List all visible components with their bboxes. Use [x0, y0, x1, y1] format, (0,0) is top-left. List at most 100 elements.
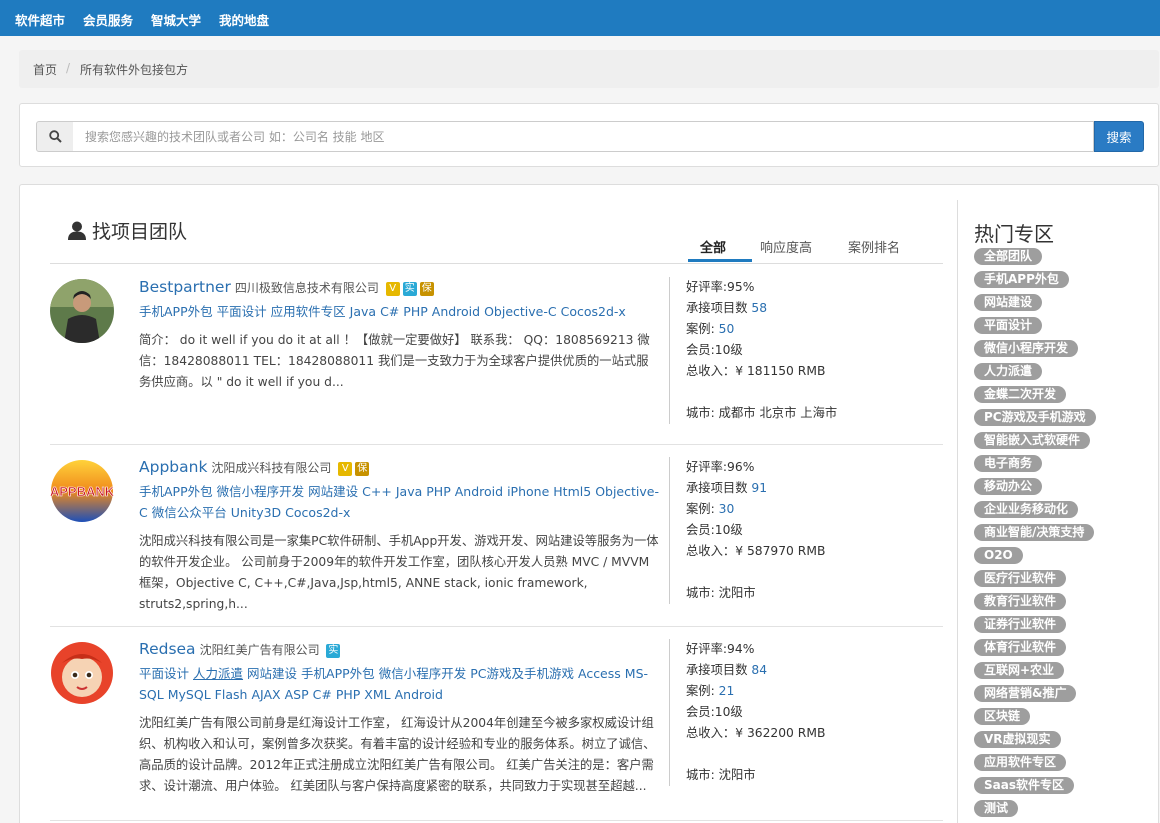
- zone-tag[interactable]: 体育行业软件: [974, 639, 1067, 656]
- skill-tag[interactable]: Android: [395, 687, 443, 702]
- income-label: 总收入：¥: [686, 726, 744, 740]
- zone-tag[interactable]: PC游戏及手机游戏: [974, 409, 1096, 426]
- skill-tag[interactable]: 微信小程序开发: [379, 666, 467, 681]
- skill-tag[interactable]: 手机APP外包: [301, 666, 375, 681]
- skill-tag[interactable]: PHP: [336, 687, 360, 702]
- skill-tag[interactable]: 微信小程序开发: [217, 484, 305, 499]
- zone-tag[interactable]: 智能嵌入式软硬件: [974, 432, 1091, 449]
- zone-tag[interactable]: 互联网+农业: [974, 662, 1065, 679]
- page-title-text: 找项目团队: [92, 221, 188, 243]
- zone-tag[interactable]: 企业业务移动化: [974, 501, 1079, 518]
- breadcrumb-home-link[interactable]: 首页: [33, 61, 57, 78]
- search-button[interactable]: 搜索: [1094, 121, 1144, 152]
- member-level: 10级: [714, 705, 743, 719]
- skill-tag[interactable]: 平面设计: [217, 304, 267, 319]
- team-name-link[interactable]: Appbank: [139, 458, 207, 476]
- skill-tag[interactable]: 手机APP外包: [139, 304, 213, 319]
- skill-tag[interactable]: 微信公众平台: [152, 505, 227, 520]
- skill-tag[interactable]: AJAX: [251, 687, 280, 702]
- team-avatar[interactable]: APPBANK: [50, 459, 114, 523]
- skill-tag[interactable]: iPhone: [507, 484, 549, 499]
- zone-tag[interactable]: 全部团队: [974, 248, 1043, 265]
- skill-tag[interactable]: 人力派遣: [193, 666, 243, 681]
- team-title: Appbank 沈阳成兴科技有限公司 V保: [139, 457, 659, 478]
- projects-count-link[interactable]: 91: [751, 481, 767, 495]
- skill-tag[interactable]: C++: [362, 484, 392, 499]
- skill-tag[interactable]: Access: [578, 666, 621, 681]
- team-description: 简介： do it well if you do it at all ！【做就一…: [139, 333, 650, 389]
- skill-tag[interactable]: 网站建设: [247, 666, 297, 681]
- rating-label: 好评率:: [686, 280, 728, 294]
- cases-count-link[interactable]: 50: [719, 322, 735, 336]
- skill-tag[interactable]: Cocos2d-x: [561, 304, 626, 319]
- member-level: 10级: [714, 523, 743, 537]
- team-name-link[interactable]: Bestpartner: [139, 278, 231, 296]
- skill-tag[interactable]: Java: [396, 484, 422, 499]
- zone-tag[interactable]: 网站建设: [974, 294, 1043, 311]
- zone-tag[interactable]: 微信小程序开发: [974, 340, 1079, 357]
- skill-tag[interactable]: Unity3D: [231, 505, 281, 520]
- skill-tag[interactable]: C#: [380, 304, 399, 319]
- team-skill-tags: 手机APP外包 平面设计 应用软件专区 Java C# PHP Android Objecti…: [139, 301, 659, 322]
- cases-count-link[interactable]: 21: [719, 684, 735, 698]
- skill-tag[interactable]: PHP: [426, 484, 450, 499]
- nav-my-site[interactable]: 我的地盘: [219, 10, 269, 29]
- team-company: 沈阳成兴科技有限公司: [211, 461, 332, 475]
- skill-tag[interactable]: 平面设计: [139, 666, 189, 681]
- search-input[interactable]: [73, 121, 1094, 152]
- zone-tag[interactable]: 应用软件专区: [974, 754, 1067, 771]
- active-tab-indicator: [688, 259, 752, 262]
- zone-tag[interactable]: 移动办公: [974, 478, 1043, 495]
- zone-tag[interactable]: O2O: [974, 547, 1023, 564]
- team-avatar[interactable]: [50, 279, 114, 343]
- zone-tag[interactable]: 网络营销&推广: [974, 685, 1077, 702]
- team-description: 沈阳红美广告有限公司前身是红海设计工作室， 红海设计从2004年创建至今被多家权…: [139, 716, 656, 793]
- skill-tag[interactable]: ASP: [285, 687, 309, 702]
- cases-count-link[interactable]: 30: [719, 502, 735, 516]
- skill-tag[interactable]: Objective-C: [484, 304, 557, 319]
- skill-tag[interactable]: MySQL: [168, 687, 211, 702]
- zone-tag[interactable]: 人力派遣: [974, 363, 1043, 380]
- skill-tag[interactable]: Html5: [553, 484, 591, 499]
- nav-member-service[interactable]: 会员服务: [83, 10, 133, 29]
- skill-tag[interactable]: C#: [313, 687, 332, 702]
- zone-tag[interactable]: Saas软件专区: [974, 777, 1074, 794]
- projects-count-link[interactable]: 84: [751, 663, 767, 677]
- skill-tag[interactable]: PHP: [403, 304, 427, 319]
- zone-tag[interactable]: 教育行业软件: [974, 593, 1067, 610]
- skill-tag[interactable]: 手机APP外包: [139, 484, 213, 499]
- zone-tag[interactable]: 平面设计: [974, 317, 1043, 334]
- team-avatar[interactable]: [50, 641, 114, 705]
- skill-tag[interactable]: Flash: [215, 687, 248, 702]
- nav-software-market[interactable]: 软件超市: [15, 10, 65, 29]
- skill-tag[interactable]: Android: [432, 304, 480, 319]
- zone-tag[interactable]: 区块链: [974, 708, 1031, 725]
- tab-high-response[interactable]: 响应度高: [760, 237, 812, 256]
- team-name-link[interactable]: Redsea: [139, 640, 196, 658]
- team-skill-tags: 手机APP外包 微信小程序开发 网站建设 C++ Java PHP Android iPhon…: [139, 481, 659, 523]
- zone-tag[interactable]: 证券行业软件: [974, 616, 1067, 633]
- zone-tag[interactable]: 电子商务: [974, 455, 1043, 472]
- nav-smart-city-university[interactable]: 智城大学: [151, 10, 201, 29]
- projects-count-link[interactable]: 58: [751, 301, 767, 315]
- zone-tag[interactable]: 医疗行业软件: [974, 570, 1067, 587]
- team-stats: 好评率:95% 承接项目数 58 案例: 50 会员:10级 总收入：¥ 181…: [669, 277, 939, 424]
- skill-tag[interactable]: Java: [350, 304, 376, 319]
- tab-all[interactable]: 全部: [700, 237, 726, 256]
- zone-tag[interactable]: 金蝶二次开发: [974, 386, 1067, 403]
- skill-tag[interactable]: XML: [364, 687, 390, 702]
- skill-tag[interactable]: 应用软件专区: [271, 304, 346, 319]
- hot-zones-sidebar: 热门专区 全部团队 手机APP外包 网站建设 平面设计 微信小程序开发 人力派遣…: [957, 200, 1157, 823]
- team-stats: 好评率:96% 承接项目数 91 案例: 30 会员:10级 总收入：¥ 587…: [669, 457, 939, 604]
- tab-case-ranking[interactable]: 案例排名: [848, 237, 900, 256]
- zone-tag[interactable]: VR虚拟现实: [974, 731, 1061, 748]
- zone-tag[interactable]: 商业智能/决策支持: [974, 524, 1095, 541]
- skill-tag[interactable]: Android: [455, 484, 503, 499]
- city-value: 沈阳市: [718, 586, 756, 600]
- zone-tag[interactable]: 测试: [974, 800, 1019, 817]
- city-label: 城市:: [686, 768, 715, 782]
- skill-tag[interactable]: PC游戏及手机游戏: [470, 666, 574, 681]
- skill-tag[interactable]: 网站建设: [308, 484, 358, 499]
- zone-tag[interactable]: 手机APP外包: [974, 271, 1069, 288]
- skill-tag[interactable]: Cocos2d-x: [285, 505, 350, 520]
